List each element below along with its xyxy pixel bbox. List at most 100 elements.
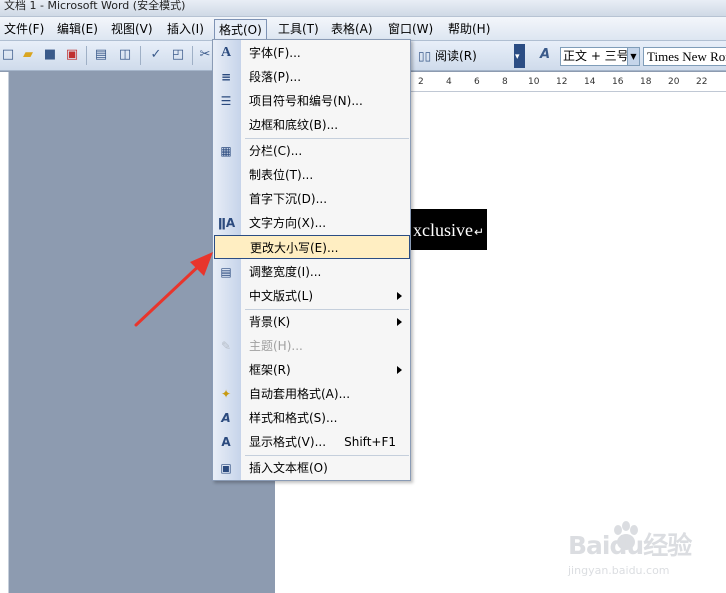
menu-item-font[interactable]: A 字体(F)...	[213, 41, 410, 65]
read-button[interactable]: ▯▯ 阅读(R)	[418, 47, 477, 65]
submenu-arrow-icon	[397, 292, 402, 300]
ruler-tick: 18	[640, 77, 652, 87]
menu-item-label: 分栏(C)...	[249, 144, 303, 158]
ruler-tick: 8	[502, 77, 508, 87]
menu-window[interactable]: 窗口(W)	[384, 20, 437, 39]
menu-item-label: 项目符号和编号(N)...	[249, 94, 363, 108]
font-select[interactable]: Times New Roman	[643, 47, 726, 66]
menu-item-label: 首字下沉(D)...	[249, 192, 328, 206]
read-button-label: 阅读(R)	[435, 49, 477, 63]
reveal-formatting-icon: A	[221, 435, 231, 449]
watermark-url: jingyan.baidu.com	[568, 564, 670, 577]
menu-item-bullets-numbering[interactable]: ☰ 项目符号和编号(N)...	[213, 89, 410, 113]
ruler-tick: 4	[446, 77, 452, 87]
ruler-tick: 22	[696, 77, 708, 87]
menu-item-tabs[interactable]: 制表位(T)...	[213, 163, 410, 187]
columns-icon: ▦	[220, 144, 232, 158]
menu-item-styles-formatting[interactable]: A 样式和格式(S)...	[213, 406, 410, 430]
menu-item-autoformat[interactable]: ✦ 自动套用格式(A)...	[213, 382, 410, 406]
book-icon: ▯▯	[418, 49, 432, 63]
menu-file[interactable]: 文件(F)	[0, 20, 48, 39]
ruler-tick: 20	[668, 77, 680, 87]
submenu-arrow-icon	[397, 366, 402, 374]
menu-item-label: 插入文本框(O)	[249, 461, 328, 475]
save-icon[interactable]: ■	[42, 47, 58, 63]
ruler-tick: 2	[418, 77, 424, 87]
styles-icon: A	[221, 411, 231, 425]
research-icon[interactable]: ◰	[170, 47, 186, 63]
menu-format[interactable]: 格式(O)	[214, 19, 267, 41]
menu-item-paragraph[interactable]: ≡ 段落(P)...	[213, 65, 410, 89]
menu-table[interactable]: 表格(A)	[327, 20, 377, 39]
menu-bar: 文件(F) 编辑(E) 视图(V) 插入(I) 格式(O) 工具(T) 表格(A…	[0, 17, 726, 41]
paragraph-mark: ↵	[474, 225, 485, 239]
menu-item-shortcut: Shift+F1	[344, 435, 396, 449]
menu-item-reveal-formatting[interactable]: A 显示格式(V)... Shift+F1	[213, 430, 410, 454]
autoformat-icon: ✦	[220, 387, 232, 401]
ruler-tick: 12	[556, 77, 568, 87]
textbox-icon: ▣	[220, 461, 232, 475]
menu-item-background[interactable]: 背景(K)	[213, 310, 410, 334]
menu-item-theme[interactable]: ✎ 主题(H)...	[213, 334, 410, 358]
ruler-tick: 6	[474, 77, 480, 87]
menu-item-label: 制表位(T)...	[249, 168, 314, 182]
menu-item-columns[interactable]: ▦ 分栏(C)...	[213, 139, 410, 163]
open-folder-icon[interactable]: ▰	[20, 47, 36, 63]
menu-item-adjust-width[interactable]: ▤ 调整宽度(I)...	[213, 260, 410, 284]
menu-tools[interactable]: 工具(T)	[274, 20, 323, 39]
menu-item-text-direction[interactable]: ǁA 文字方向(X)...	[213, 211, 410, 235]
print-preview-icon[interactable]: ◫	[117, 47, 133, 63]
menu-item-label: 文字方向(X)...	[249, 216, 327, 230]
style-select-value: 正文 + 三号	[563, 49, 629, 63]
menu-item-label: 更改大小写(E)...	[250, 241, 339, 255]
menu-item-label: 背景(K)	[249, 315, 291, 329]
watermark-brand: Baidu经验	[568, 531, 692, 560]
print-icon[interactable]: ▤	[93, 47, 109, 63]
cut-icon[interactable]: ✂	[197, 47, 213, 63]
window-title: 文档 1 - Microsoft Word (安全模式)	[4, 0, 186, 12]
menu-item-insert-textbox[interactable]: ▣ 插入文本框(O)	[213, 456, 410, 480]
new-document-icon[interactable]: □	[0, 47, 16, 63]
menu-help[interactable]: 帮助(H)	[444, 20, 494, 39]
menu-item-label: 显示格式(V)...	[249, 435, 327, 449]
selected-text[interactable]: xclusive↵	[410, 209, 487, 250]
menu-item-label: 样式和格式(S)...	[249, 411, 338, 425]
menu-item-label: 自动套用格式(A)...	[249, 387, 351, 401]
vertical-ruler[interactable]	[0, 72, 9, 593]
ruler-tick: 14	[584, 77, 596, 87]
format-menu-dropdown: A 字体(F)... ≡ 段落(P)... ☰ 项目符号和编号(N)... 边框…	[212, 39, 411, 481]
menu-item-borders-shading[interactable]: 边框和底纹(B)...	[213, 113, 410, 137]
permission-icon[interactable]: ▣	[64, 47, 80, 63]
menu-view[interactable]: 视图(V)	[107, 20, 157, 39]
bullets-icon: ☰	[220, 94, 232, 108]
menu-edit[interactable]: 编辑(E)	[53, 20, 102, 39]
toolbar-separator	[140, 46, 141, 65]
menu-item-label: 框架(R)	[249, 363, 291, 377]
menu-item-asian-layout[interactable]: 中文版式(L)	[213, 284, 410, 308]
text-direction-icon: ǁA	[218, 216, 236, 230]
font-icon: A	[220, 45, 232, 60]
font-select-value: Times New Roman	[647, 49, 726, 64]
submenu-arrow-icon	[397, 318, 402, 326]
menu-item-frames[interactable]: 框架(R)	[213, 358, 410, 382]
style-select[interactable]: 正文 + 三号 ▼	[560, 47, 640, 66]
menu-item-label: 边框和底纹(B)...	[249, 118, 339, 132]
menu-item-drop-cap[interactable]: 首字下沉(D)...	[213, 187, 410, 211]
spelling-icon[interactable]: ✓	[148, 47, 164, 63]
menu-item-change-case[interactable]: 更改大小写(E)...	[214, 235, 410, 259]
ruler-tick: 16	[612, 77, 624, 87]
menu-item-label: 调整宽度(I)...	[249, 265, 322, 279]
menu-item-label: 中文版式(L)	[249, 289, 314, 303]
menu-item-label: 字体(F)...	[249, 46, 301, 60]
title-bar: 文档 1 - Microsoft Word (安全模式)	[0, 0, 726, 17]
styles-pane-icon[interactable]: A	[537, 47, 553, 63]
baidu-watermark: Baidu经验 jingyan.baidu.com	[568, 520, 720, 580]
menu-item-label: 段落(P)...	[249, 70, 302, 84]
horizontal-ruler[interactable]: 2 4 6 8 10 12 14 16 18 20 22	[410, 72, 726, 92]
menu-insert[interactable]: 插入(I)	[163, 20, 208, 39]
toolbar-separator	[192, 46, 193, 65]
chevron-down-icon[interactable]: ▼	[627, 48, 639, 65]
toolbar-separator	[86, 46, 87, 65]
adjust-width-icon: ▤	[220, 265, 232, 279]
toolbar-options-handle[interactable]	[514, 44, 525, 68]
